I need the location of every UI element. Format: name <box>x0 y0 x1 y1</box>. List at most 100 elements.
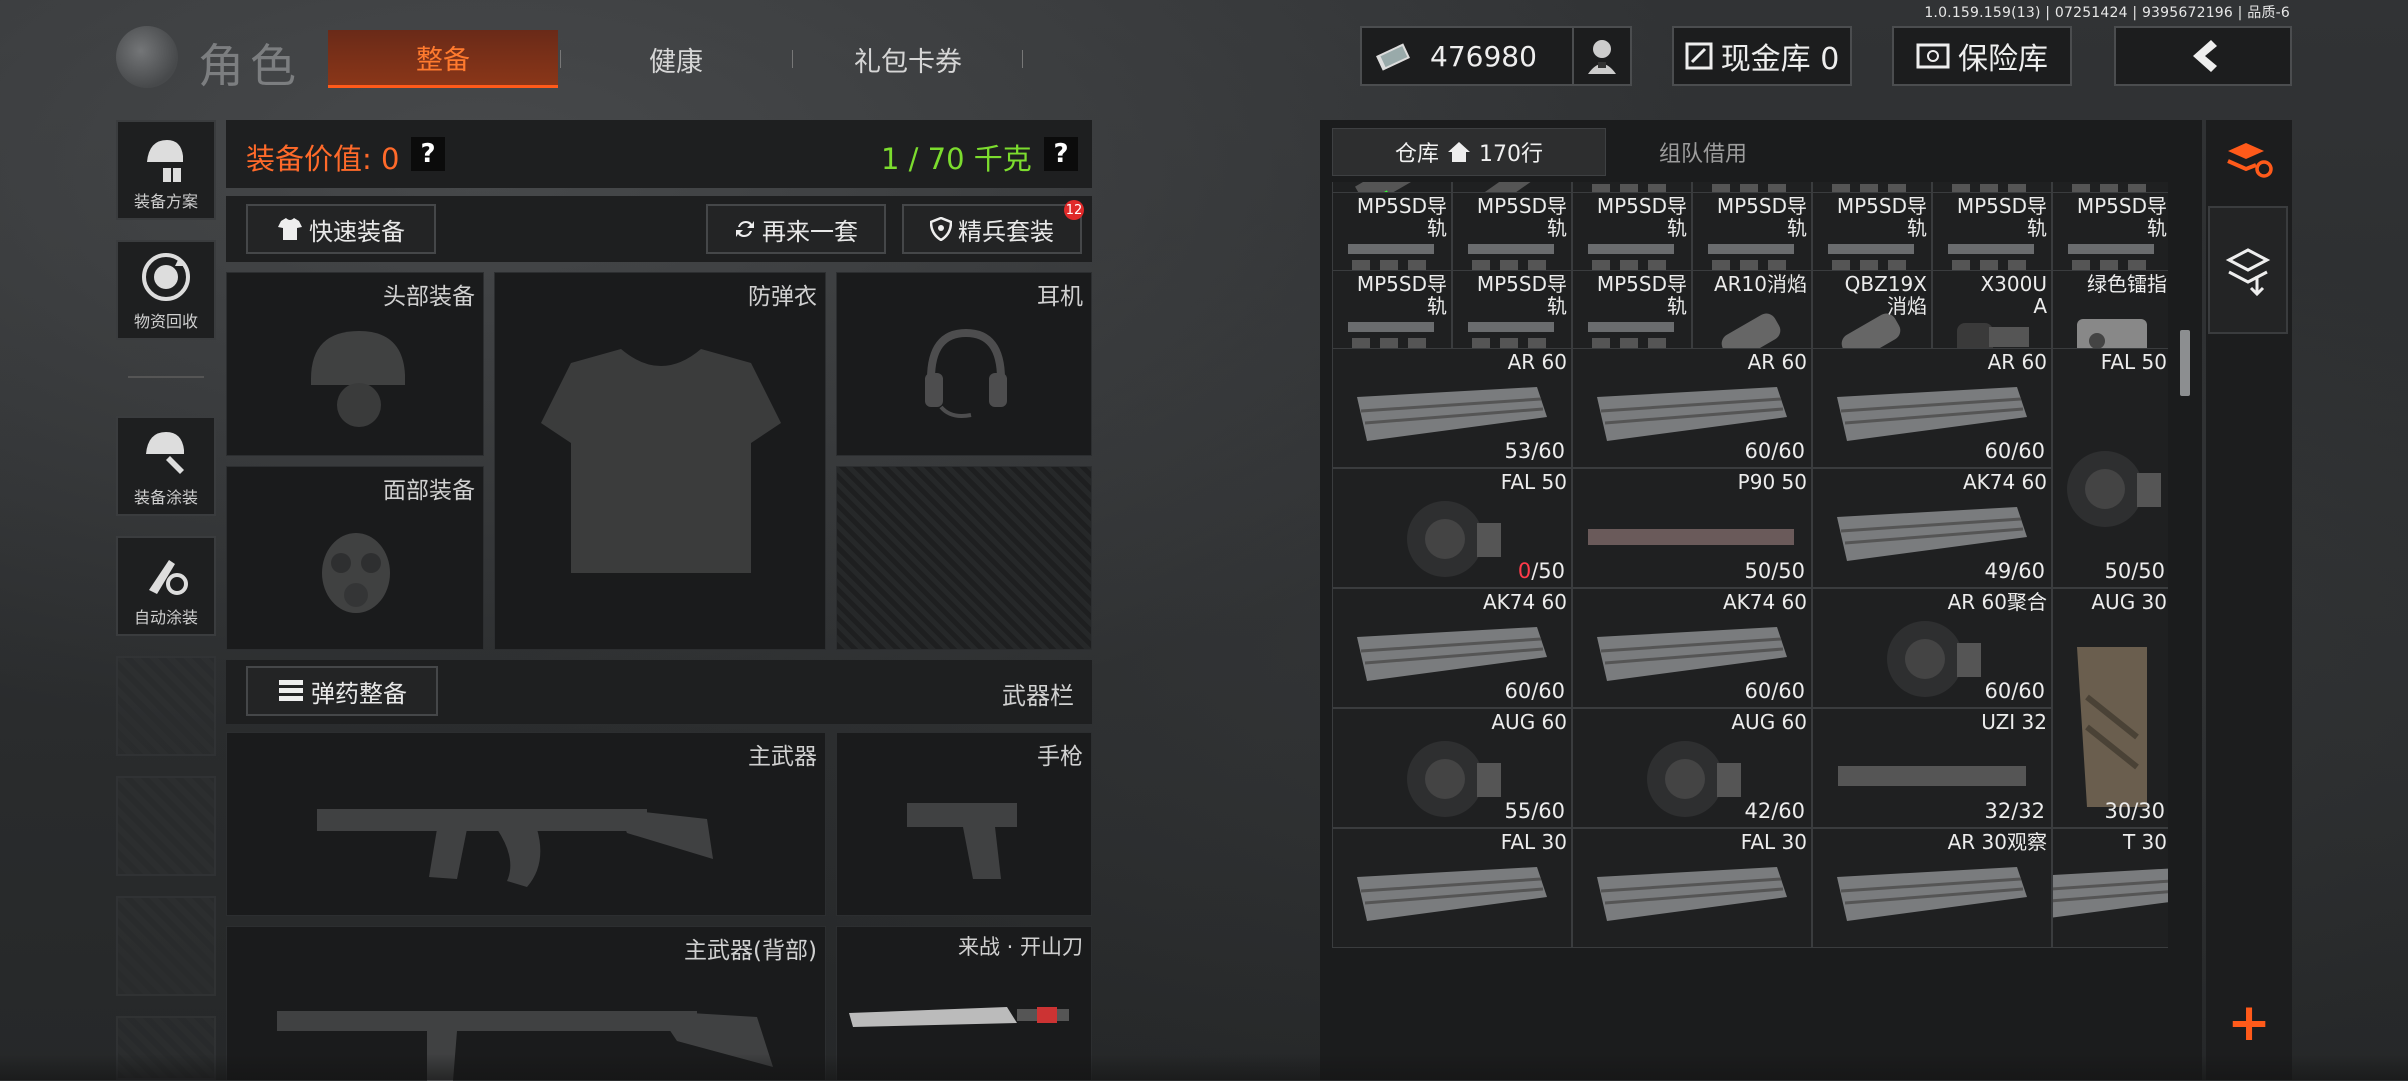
item-name: MP5SD导 轨 <box>1836 194 1927 240</box>
sidebar-item-recycle[interactable]: 物资回收 <box>116 240 216 340</box>
rifle-icon <box>317 809 713 887</box>
item-name: AR10消焰 <box>1713 272 1807 296</box>
sidebar-empty-slot <box>116 656 216 756</box>
elite-set-button[interactable]: 精兵套装 <box>902 204 1082 254</box>
vest-icon <box>541 349 781 573</box>
item-name: AR 60 <box>1507 350 1567 374</box>
earphone-slot[interactable]: 耳机 <box>836 272 1092 456</box>
item-name: MP5SD导 轨 <box>1356 272 1447 318</box>
sidebar-item-label: 物资回收 <box>133 312 198 331</box>
item-count: 49/60 <box>1984 559 2045 583</box>
warehouse-magazine[interactable]: FAL 30 <box>1332 828 1572 948</box>
warehouse-magazine[interactable]: AR 60聚合 60/60 <box>1812 588 2052 708</box>
quick-equip-button[interactable]: 快速装备 <box>246 204 436 254</box>
sidebar-item-auto-paint[interactable]: 自动涂装 <box>116 536 216 636</box>
item-count: 60/60 <box>1984 439 2045 463</box>
warehouse-magazine[interactable]: T 30 <box>2052 828 2168 948</box>
item-count: 42/60 <box>1744 799 1805 823</box>
head-slot[interactable]: 头部装备 <box>226 272 484 456</box>
cash-vault-button[interactable]: 现金库 0 <box>1672 26 1852 86</box>
warehouse-magazine[interactable]: AUG 60 55/60 <box>1332 708 1572 828</box>
weapon-bar-header: 弹药整备 武器栏 <box>226 660 1092 724</box>
machete-icon <box>849 1007 1069 1027</box>
headset-icon <box>925 328 1007 418</box>
item-name: MP5SD导 轨 <box>1596 194 1687 240</box>
quick-equip-label: 快速装备 <box>309 217 405 246</box>
tab-health[interactable]: 健康 <box>562 30 790 88</box>
tab-team-borrow[interactable]: 组队借用 <box>1608 128 1798 176</box>
warehouse-magazine[interactable]: AR 60 60/60 <box>1572 348 1812 468</box>
item-name: AR 30观察 <box>1947 830 2047 854</box>
sidebar-item-loadout[interactable]: 装备方案 <box>116 120 216 220</box>
warehouse-magazine[interactable]: FAL 50 0/50 <box>1332 468 1572 588</box>
warehouse-magazine[interactable]: AR 60 53/60 <box>1332 348 1572 468</box>
sort-button[interactable] <box>2212 126 2286 196</box>
slot-title: 头部装备 <box>383 284 475 310</box>
tab-warehouse-label: 仓库 <box>1394 142 1439 167</box>
warehouse-magazine[interactable]: AK74 60 60/60 <box>1332 588 1572 708</box>
warehouse-magazine[interactable]: AUG 30 30/30 <box>2052 588 2168 828</box>
warehouse-scrollbar[interactable] <box>2180 330 2190 396</box>
stash-deposit-button[interactable] <box>2208 206 2288 334</box>
tab-divider <box>560 50 561 68</box>
warehouse-magazine[interactable]: FAL 30 <box>1572 828 1812 948</box>
again-button[interactable]: 再来一套 <box>706 204 886 254</box>
tab-warehouse[interactable]: 仓库 170行 <box>1332 128 1606 176</box>
item-name: T 30 <box>2122 830 2167 854</box>
slot-title: 来战 · 开山刀 <box>957 935 1083 959</box>
add-button[interactable]: + <box>2212 988 2286 1058</box>
warehouse-magazine[interactable]: UZI 32 32/32 <box>1812 708 2052 828</box>
sidebar-item-label: 自动涂装 <box>133 608 198 627</box>
body-armor-slot[interactable]: 防弹衣 <box>494 272 826 650</box>
ammo-icon <box>279 680 303 701</box>
paint-icon <box>146 432 184 474</box>
equip-value-help-button[interactable]: ? <box>411 137 445 171</box>
character-avatar <box>116 26 178 88</box>
item-name: MP5SD导 轨 <box>1476 194 1567 240</box>
insurance-vault-label: 保险库 <box>1958 42 2048 77</box>
tab-team-borrow-label: 组队借用 <box>1658 142 1747 167</box>
back-button[interactable] <box>2114 26 2292 86</box>
shield-icon <box>930 217 952 241</box>
primary-weapon-slot[interactable]: 主武器 <box>226 732 826 916</box>
item-name: FAL 50 <box>1500 470 1567 494</box>
warehouse-magazine[interactable]: AR 30观察 <box>1812 828 2052 948</box>
sidebar-item-paint[interactable]: 装备涂装 <box>116 416 216 516</box>
item-name: P90 50 <box>1737 470 1807 494</box>
item-name: MP5SD导 轨 <box>1956 194 2047 240</box>
support-button[interactable] <box>1572 26 1632 86</box>
ammo-prep-button[interactable]: 弹药整备 <box>246 666 438 716</box>
pistol-icon <box>907 803 1017 879</box>
item-count: 60/60 <box>1744 679 1805 703</box>
warehouse-magazine[interactable]: AK74 60 60/60 <box>1572 588 1812 708</box>
item-name: X300U A <box>1980 272 2047 318</box>
layers-download-icon <box>2225 248 2271 297</box>
help-mark: ? <box>420 139 436 169</box>
pistol-slot[interactable]: 手枪 <box>836 732 1092 916</box>
warehouse-magazine[interactable]: AR 60 60/60 <box>1812 348 2052 468</box>
currency-display[interactable]: 476980 <box>1360 26 1576 86</box>
item-name: MP5SD导 轨 <box>1356 194 1447 240</box>
cash-icon <box>1376 43 1410 71</box>
warehouse-magazine[interactable]: P90 50 50/50 <box>1572 468 1812 588</box>
warehouse-magazine[interactable]: AUG 60 42/60 <box>1572 708 1812 828</box>
home-icon <box>1448 142 1470 162</box>
item-name: AR 60 <box>1987 350 2047 374</box>
page-title: 角色 <box>198 39 302 93</box>
tab-equip-label: 整备 <box>416 45 470 76</box>
item-count: 50/50 <box>2104 559 2165 583</box>
warehouse-magazine[interactable]: AK74 60 49/60 <box>1812 468 2052 588</box>
face-slot[interactable]: 面部装备 <box>226 466 484 650</box>
warehouse-magazine[interactable]: FAL 50 50/50 <box>2052 348 2168 588</box>
sidebar-empty-slot <box>116 776 216 876</box>
tab-divider <box>1022 50 1023 68</box>
tab-giftpack[interactable]: 礼包卡券 <box>794 30 1022 88</box>
auto-paint-icon <box>149 560 188 595</box>
insurance-vault-button[interactable]: 保险库 <box>1892 26 2072 86</box>
help-mark: ? <box>1053 139 1069 169</box>
back-arrow-icon <box>2193 40 2217 72</box>
equip-action-bar: 快速装备 再来一套 精兵套装 12 <box>226 196 1092 262</box>
bottom-shadow <box>0 1054 2408 1080</box>
weight-help-button[interactable]: ? <box>1044 137 1078 171</box>
tab-equip[interactable]: 整备 <box>328 30 558 88</box>
